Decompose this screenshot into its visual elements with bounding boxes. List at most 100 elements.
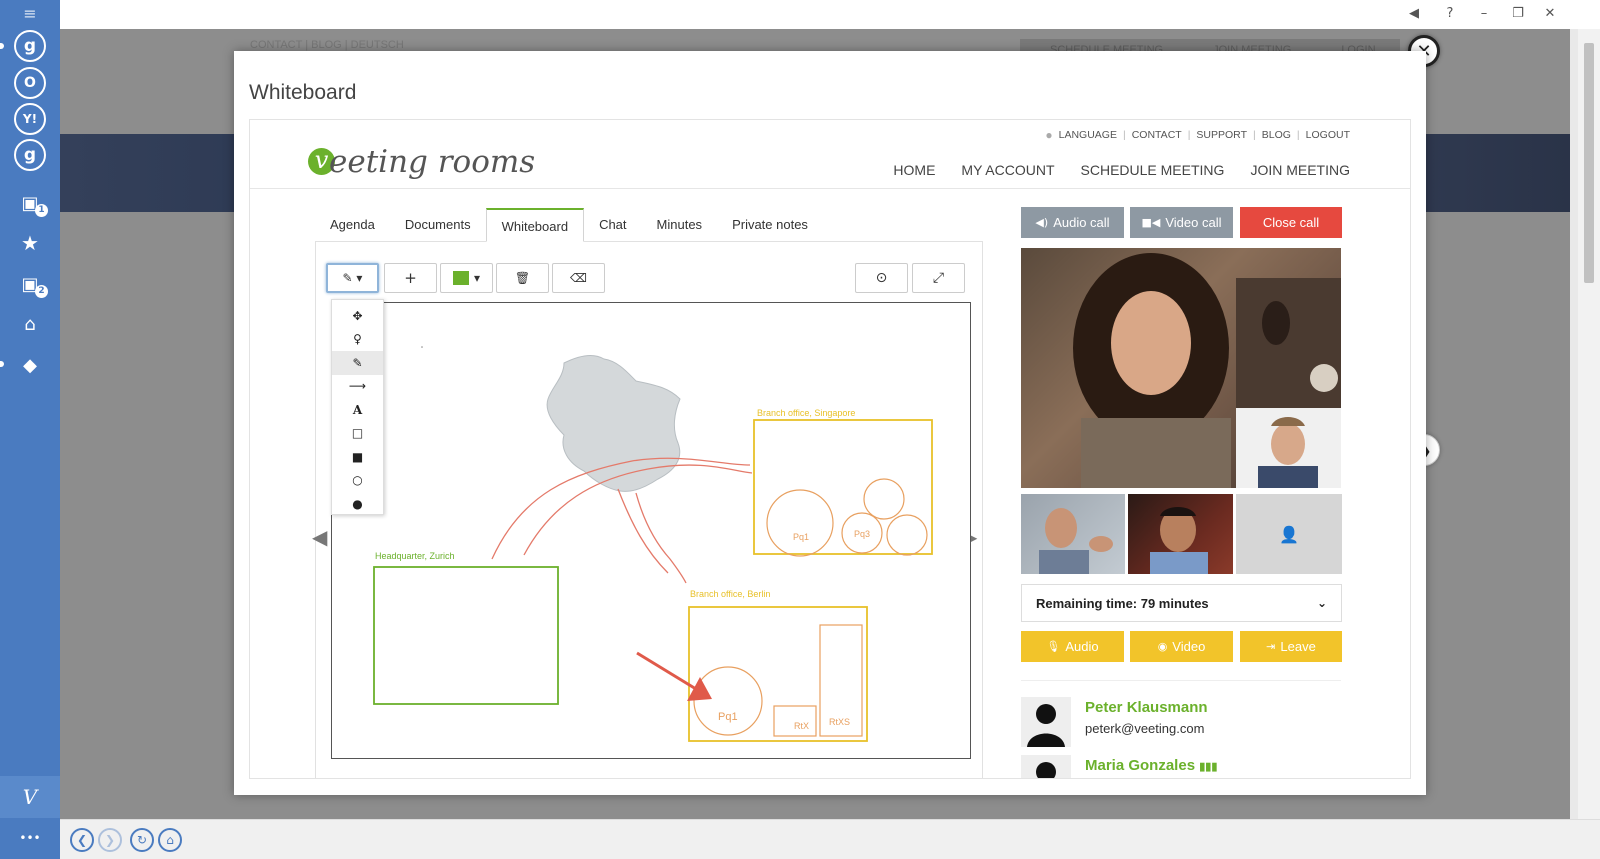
support-link[interactable]: SUPPORT — [1196, 129, 1247, 141]
site-main-nav: HOME MY ACCOUNT SCHEDULE MEETING JOIN ME… — [893, 162, 1350, 178]
inbox-icon[interactable]: ⌂ — [14, 308, 46, 340]
self-video[interactable] — [1236, 408, 1341, 488]
pen-tool-dropdown[interactable]: ✎ ▾ — [326, 263, 379, 293]
veeting-logo[interactable]: veeting rooms — [308, 144, 535, 180]
tab-minutes[interactable]: Minutes — [642, 208, 718, 242]
nav-my-account[interactable]: MY ACCOUNT — [961, 162, 1054, 178]
nav-join-meeting[interactable]: JOIN MEETING — [1250, 162, 1350, 178]
video-call-button[interactable]: ■◀ Video call — [1130, 207, 1233, 238]
tool-move-icon[interactable]: ✥ — [332, 304, 383, 328]
whiteboard-canvas[interactable]: Headquarter, Zurich Branch office, Singa… — [331, 302, 971, 759]
video-grid — [1021, 248, 1341, 488]
language-link[interactable]: LANGUAGE — [1059, 129, 1117, 141]
modal-title: Whiteboard — [249, 81, 357, 104]
stray-dot — [421, 346, 423, 348]
restore-icon[interactable]: ❐ — [1508, 4, 1528, 24]
help-icon[interactable]: ? — [1440, 4, 1460, 24]
leave-button[interactable]: ⇥ Leave — [1240, 631, 1342, 662]
speaker-icon: ◀) — [1035, 216, 1049, 229]
participant-video-2[interactable] — [1128, 494, 1233, 574]
meetings-badge-2: 2 — [35, 285, 48, 298]
rtxs-label: RtXS — [829, 717, 851, 727]
tool-rectangle-filled-icon[interactable]: ■ — [332, 445, 383, 469]
sidebar-menu-icon[interactable]: ≡ — [14, 0, 46, 27]
reload-icon[interactable]: ↻ — [130, 828, 154, 852]
tab-chat[interactable]: Chat — [584, 208, 641, 242]
berlin-label: Branch office, Berlin — [690, 589, 771, 599]
app-sidebar: ≡ g O Y! g ▣ 1 ★ ▣ 2 ⌂ ◆ V ••• — [0, 0, 60, 859]
veeting-icon[interactable]: V — [14, 781, 46, 813]
tool-pen-icon[interactable]: ✎ — [332, 351, 383, 375]
participant-video-1[interactable] — [1021, 494, 1125, 574]
remaining-time-text: Remaining time: 79 minutes — [1036, 595, 1209, 611]
globe-icon: ● — [1045, 128, 1053, 142]
google-icon[interactable]: g — [14, 30, 46, 62]
site-header-divider — [250, 188, 1410, 189]
google-icon-2[interactable]: g — [14, 139, 46, 171]
singapore-rect — [753, 419, 933, 555]
map-shape — [546, 355, 681, 492]
contact-link[interactable]: CONTACT — [1132, 129, 1182, 141]
eraser-button[interactable]: ⌫ — [552, 263, 605, 293]
participant-item-2[interactable]: Maria Gonzales ▮▮▮ — [1021, 755, 1217, 778]
back-window-icon[interactable]: ◀ — [1404, 4, 1424, 24]
home-icon[interactable]: ⌂ — [158, 828, 182, 852]
fullscreen-button[interactable]: ⤢ — [912, 263, 965, 293]
pen-icon: ✎ ▾ — [342, 271, 363, 285]
singapore-label: Branch office, Singapore — [757, 408, 856, 418]
participant-item[interactable]: Peter Klausmann peterk@veeting.com — [1021, 697, 1208, 747]
participant-video-placeholder[interactable]: 👤 — [1236, 494, 1342, 574]
participant-name[interactable]: Peter Klausmann — [1085, 699, 1208, 716]
tool-highlight-icon[interactable]: ♀ — [332, 328, 383, 352]
close-window-icon[interactable]: ✕ — [1540, 4, 1560, 24]
meetings-icon[interactable]: ▣ 1 — [14, 187, 48, 219]
scrollbar-thumb[interactable] — [1584, 43, 1594, 283]
delete-button[interactable]: 🗑 — [496, 263, 549, 293]
remaining-time-dropdown[interactable]: Remaining time: 79 minutes ⌄ — [1021, 584, 1342, 622]
nav-schedule-meeting[interactable]: SCHEDULE MEETING — [1081, 162, 1225, 178]
singapore-circle-4 — [886, 514, 928, 556]
tag-icon[interactable]: ◆ — [14, 349, 46, 381]
tool-circle-outline-icon[interactable]: ○ — [332, 469, 383, 493]
back-icon[interactable]: ❮ — [70, 828, 94, 852]
rtx-label: RtX — [794, 721, 810, 731]
target-icon: ⊙ — [875, 270, 888, 286]
tool-text-icon[interactable]: A — [332, 398, 383, 422]
video-button[interactable]: ◉ Video — [1130, 631, 1233, 662]
audio-call-button[interactable]: ◀) Audio call — [1021, 207, 1124, 238]
tab-private-notes[interactable]: Private notes — [717, 208, 823, 242]
color-picker-button[interactable]: ▾ — [440, 263, 493, 293]
meeting-tabs: Agenda Documents Whiteboard Chat Minutes… — [315, 208, 823, 242]
avatar — [1021, 697, 1071, 747]
page-scrollbar[interactable] — [1578, 29, 1600, 819]
whiteboard-prev-icon[interactable]: ◀ — [312, 525, 327, 549]
participants-divider — [1021, 680, 1341, 681]
tool-rectangle-outline-icon[interactable]: □ — [332, 422, 383, 446]
headquarter-label: Headquarter, Zurich — [375, 551, 455, 561]
audio-button[interactable]: 🎙 Audio — [1021, 631, 1124, 662]
participant-1-person — [1039, 508, 1113, 574]
logout-link[interactable]: LOGOUT — [1306, 129, 1350, 141]
close-call-button[interactable]: Close call — [1240, 207, 1342, 238]
outlook-icon[interactable]: O — [14, 67, 46, 99]
participant-email: peterk@veeting.com — [1085, 721, 1205, 736]
participant-name-2[interactable]: Maria Gonzales ▮▮▮ — [1085, 757, 1217, 774]
tab-documents[interactable]: Documents — [390, 208, 486, 242]
meetings-icon-2[interactable]: ▣ 2 — [14, 268, 48, 300]
singapore-circle-1 — [766, 489, 834, 557]
tab-whiteboard[interactable]: Whiteboard — [485, 208, 585, 242]
tab-agenda[interactable]: Agenda — [315, 208, 390, 242]
yahoo-icon[interactable]: Y! — [14, 103, 46, 135]
add-button[interactable]: + — [384, 263, 437, 293]
blog-link[interactable]: BLOG — [1262, 129, 1291, 141]
more-icon[interactable]: ••• — [14, 822, 46, 854]
tool-circle-filled-icon[interactable]: ● — [332, 492, 383, 516]
chevron-down-icon: ▾ — [473, 271, 481, 285]
center-button[interactable]: ⊙ — [855, 263, 908, 293]
star-icon[interactable]: ★ — [14, 227, 46, 259]
nav-home[interactable]: HOME — [893, 162, 935, 178]
tool-arrow-icon[interactable]: ⟶ — [332, 375, 383, 399]
avatar-silhouette — [1027, 704, 1065, 747]
forward-icon[interactable]: ❯ — [98, 828, 122, 852]
minimize-icon[interactable]: – — [1474, 4, 1494, 24]
